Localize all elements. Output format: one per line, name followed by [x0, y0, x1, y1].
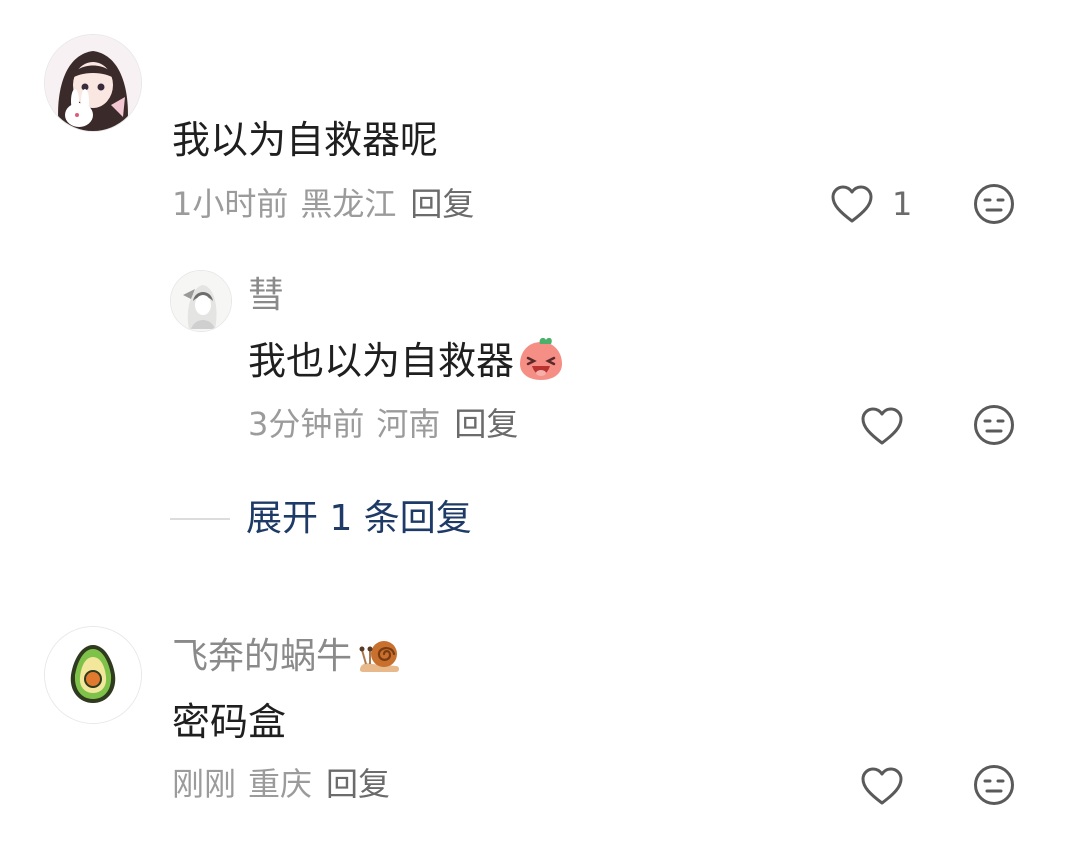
comment-meta: 刚刚 重庆 回复: [172, 764, 390, 804]
laughing-face-emoji-icon: [520, 337, 563, 380]
reply-meta: 3分钟前 河南 回复: [248, 404, 518, 444]
heart-icon: [831, 185, 873, 223]
avatar[interactable]: [44, 34, 142, 132]
like-button[interactable]: 1: [830, 182, 912, 226]
like-button[interactable]: [860, 764, 904, 808]
comment-content: 密码盒: [172, 700, 287, 744]
meh-face-icon: [974, 765, 1014, 805]
comment-username[interactable]: 飞奔的蜗牛: [172, 630, 402, 679]
comment-time: 刚刚: [172, 765, 237, 803]
comment-region: 重庆: [248, 765, 313, 803]
comment-time: 1小时前: [172, 185, 289, 223]
meh-face-icon: [974, 405, 1014, 445]
ink-sketch-avatar-icon: [171, 271, 231, 331]
expand-replies-button[interactable]: 展开 1 条回复: [170, 496, 472, 542]
dislike-button[interactable]: [973, 404, 1015, 446]
comment-meta: 1小时前 黑龙江 回复: [172, 184, 474, 224]
avocado-avatar-icon: [45, 627, 141, 723]
dislike-button[interactable]: [973, 764, 1015, 806]
avatar[interactable]: [44, 626, 142, 724]
comment-content: 我以为自救器呢: [172, 118, 439, 162]
dislike-button[interactable]: [973, 183, 1015, 225]
anime-girl-avatar-icon: [45, 35, 141, 131]
reply-button[interactable]: 回复: [326, 765, 390, 803]
reply-button[interactable]: 回复: [410, 185, 474, 223]
like-count: 1: [892, 185, 913, 223]
reply-time: 3分钟前: [248, 405, 365, 443]
reply-content: 我也以为自救器: [248, 336, 564, 385]
reply-region: 河南: [376, 405, 441, 443]
expand-divider: [170, 518, 230, 520]
heart-icon: [861, 767, 903, 805]
snail-emoji-icon: [359, 641, 400, 672]
reply-username[interactable]: 彗: [248, 274, 284, 318]
comment-region: 黑龙江: [300, 185, 397, 223]
like-button[interactable]: [860, 404, 904, 448]
comment-list: 我以为自救器呢 1小时前 黑龙江 回复 1 彗 我也以为自救器 3分钟前 河南 …: [0, 0, 1079, 860]
meh-face-icon: [974, 184, 1014, 224]
heart-icon: [861, 407, 903, 445]
expand-replies-label: 展开 1 条回复: [246, 498, 472, 539]
comment-username-text: 飞奔的蜗牛: [172, 636, 353, 677]
avatar[interactable]: [170, 270, 232, 332]
reply-button[interactable]: 回复: [454, 405, 518, 443]
reply-content-text: 我也以为自救器: [248, 339, 515, 383]
